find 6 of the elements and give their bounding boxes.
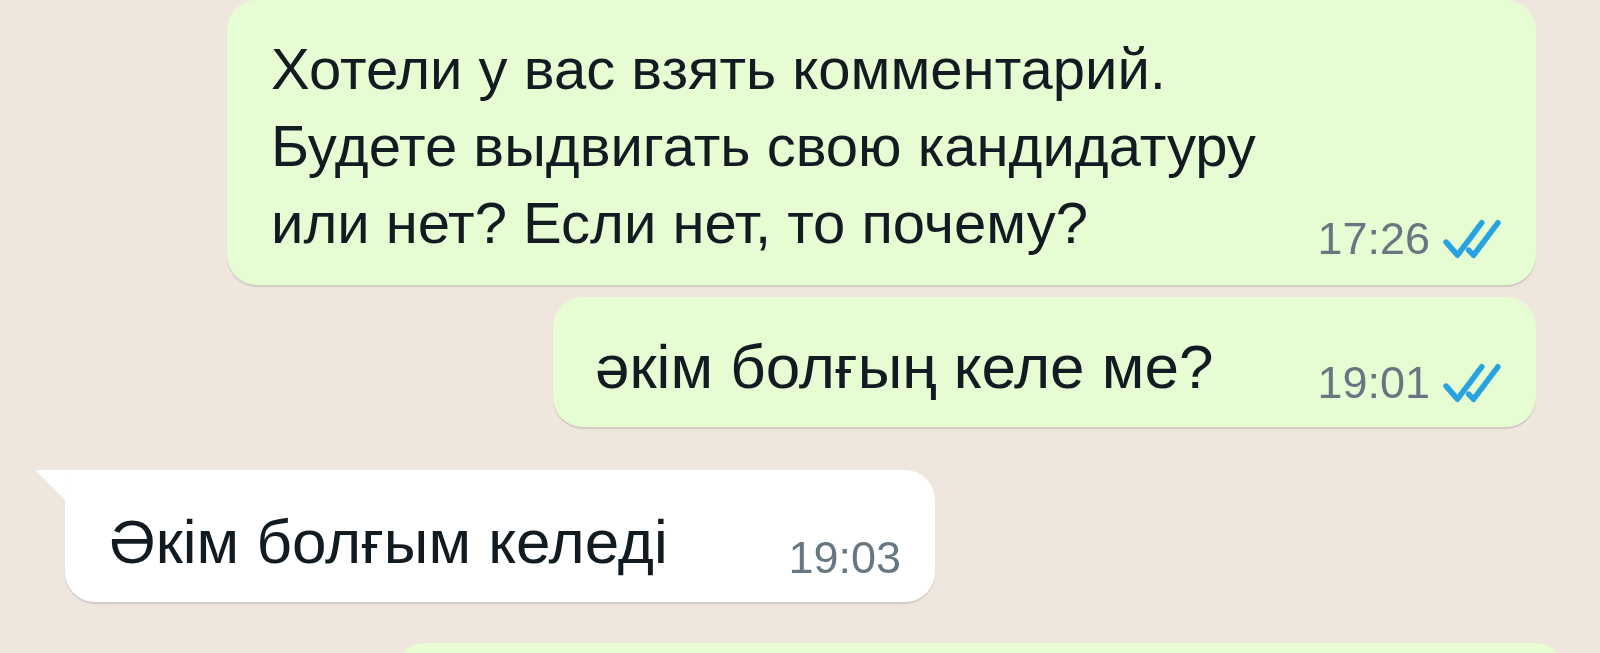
message-time: 19:03 [788, 532, 901, 584]
message-text: Әкім болғым келеді [109, 506, 668, 578]
message-text: Хотели у вас взять комментарий. Будете выдвигать свою кандидатуру или нет? Если нет, то почему? [271, 35, 1257, 257]
message-time: 19:01 [1317, 357, 1430, 409]
message-text: әкім болғың келе ме? [595, 331, 1214, 403]
message-time: 17:26 [1317, 213, 1430, 265]
